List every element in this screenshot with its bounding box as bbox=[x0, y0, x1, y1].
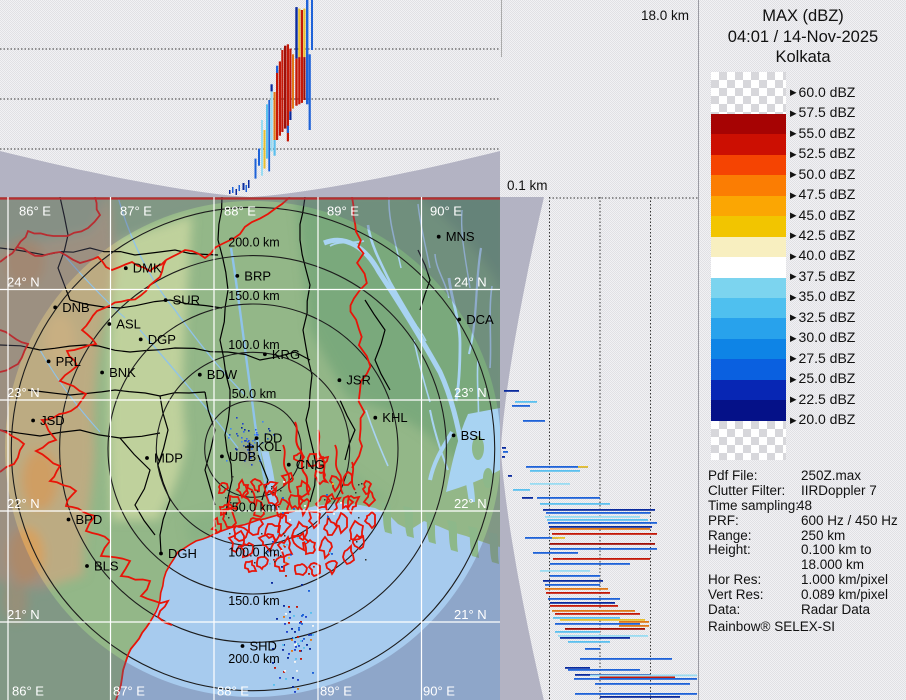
svg-text:22° N: 22° N bbox=[454, 496, 487, 511]
svg-text:JSD: JSD bbox=[40, 413, 65, 428]
svg-text:SUR: SUR bbox=[173, 293, 200, 308]
svg-text:DMK: DMK bbox=[133, 261, 162, 276]
svg-text:150.0 km: 150.0 km bbox=[228, 594, 279, 608]
svg-text:UDB: UDB bbox=[229, 449, 256, 464]
svg-text:24° N: 24° N bbox=[454, 275, 487, 290]
svg-text:90° E: 90° E bbox=[430, 204, 462, 219]
svg-text:BSL: BSL bbox=[461, 428, 486, 443]
svg-text:DGH: DGH bbox=[168, 546, 197, 561]
svg-text:90° E: 90° E bbox=[423, 684, 455, 699]
svg-text:KOL: KOL bbox=[256, 439, 282, 454]
svg-text:89° E: 89° E bbox=[320, 684, 352, 699]
svg-text:DGP: DGP bbox=[148, 332, 176, 347]
svg-text:22° N: 22° N bbox=[7, 496, 40, 511]
svg-text:BRP: BRP bbox=[244, 268, 271, 283]
svg-text:24° N: 24° N bbox=[7, 275, 40, 290]
svg-text:SHD: SHD bbox=[250, 639, 277, 654]
svg-text:21° N: 21° N bbox=[454, 607, 487, 622]
svg-text:50.0 km: 50.0 km bbox=[232, 387, 276, 401]
svg-text:CNG: CNG bbox=[296, 457, 325, 472]
svg-text:KHL: KHL bbox=[382, 410, 407, 425]
svg-text:23° N: 23° N bbox=[7, 385, 40, 400]
svg-text:87° E: 87° E bbox=[120, 204, 152, 219]
svg-text:KRG: KRG bbox=[272, 347, 300, 362]
svg-text:ASL: ASL bbox=[116, 317, 141, 332]
svg-text:MDP: MDP bbox=[154, 451, 183, 466]
svg-text:BPD: BPD bbox=[76, 512, 103, 527]
svg-text:JSR: JSR bbox=[346, 373, 371, 388]
svg-text:88° E: 88° E bbox=[224, 204, 256, 219]
svg-text:BDW: BDW bbox=[207, 367, 238, 382]
svg-text:200.0 km: 200.0 km bbox=[228, 652, 279, 666]
svg-text:MNS: MNS bbox=[446, 229, 475, 244]
svg-text:86° E: 86° E bbox=[19, 204, 51, 219]
svg-text:88° E: 88° E bbox=[217, 684, 249, 699]
svg-text:BNK: BNK bbox=[109, 365, 136, 380]
svg-text:50.0 km: 50.0 km bbox=[232, 501, 276, 515]
svg-text:DCA: DCA bbox=[466, 312, 494, 327]
svg-text:PRL: PRL bbox=[56, 354, 81, 369]
svg-text:87° E: 87° E bbox=[113, 684, 145, 699]
svg-text:23° N: 23° N bbox=[454, 385, 487, 400]
svg-text:86° E: 86° E bbox=[12, 684, 44, 699]
svg-text:200.0 km: 200.0 km bbox=[228, 236, 279, 250]
svg-text:21° N: 21° N bbox=[7, 607, 40, 622]
svg-text:BLS: BLS bbox=[94, 559, 119, 574]
svg-text:100.0 km: 100.0 km bbox=[228, 546, 279, 560]
svg-text:DNB: DNB bbox=[62, 300, 89, 315]
svg-text:89° E: 89° E bbox=[327, 204, 359, 219]
svg-text:150.0 km: 150.0 km bbox=[228, 289, 279, 303]
